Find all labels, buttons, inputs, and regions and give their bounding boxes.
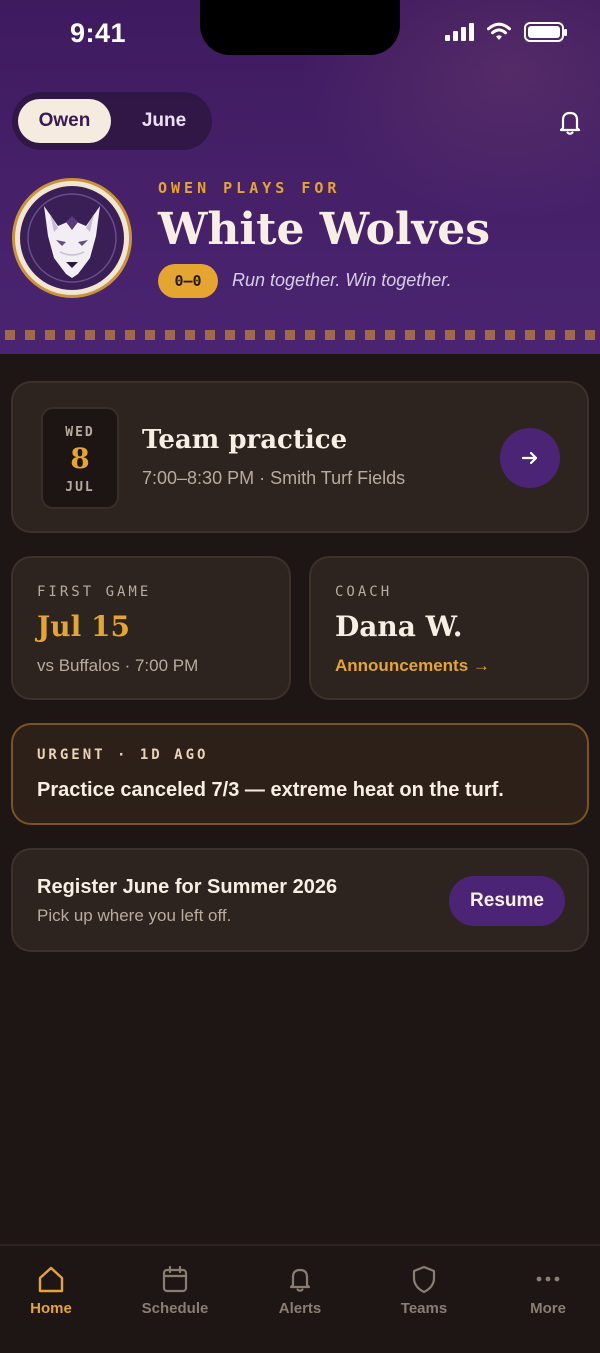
team-tagline: Run together. Win together. <box>232 270 452 290</box>
more-icon <box>536 1276 560 1282</box>
dynamic-island <box>200 0 400 55</box>
announcements-link[interactable]: Announcements → <box>335 656 490 676</box>
player-tab-june[interactable]: June <box>124 99 204 143</box>
registration-title: Register June for Summer 2026 <box>37 876 338 898</box>
tab-label: More <box>530 1300 566 1317</box>
tab-label: Home <box>30 1300 72 1317</box>
bottom-tab-bar: Home Schedule Alerts Teams More <box>0 1244 600 1353</box>
team-name: White Wolves <box>158 204 490 255</box>
coach-name: Dana W. <box>335 610 463 643</box>
shield-icon <box>412 1265 436 1294</box>
open-event-button[interactable] <box>500 428 560 488</box>
coach-card[interactable]: COACH Dana W. Announcements → <box>309 556 589 700</box>
tab-home[interactable]: Home <box>0 1264 106 1317</box>
team-record-badge: 0–0 <box>158 264 218 298</box>
urgent-message: Practice canceled 7/3 — extreme heat on … <box>37 779 504 801</box>
player-switcher: Owen June <box>12 92 212 150</box>
first-game-label: FIRST GAME <box>37 584 152 600</box>
event-weekday: WED <box>65 425 95 440</box>
home-icon <box>38 1266 64 1293</box>
arrow-right-icon <box>521 451 538 465</box>
calendar-icon <box>162 1265 188 1293</box>
event-month: JUL <box>65 480 95 495</box>
wifi-icon <box>487 22 511 40</box>
battery-icon <box>524 22 567 42</box>
team-header: 9:41 Owen June OWEN PLAYS FOR White Wolv… <box>0 0 600 354</box>
first-game-details: vs Buffalos · 7:00 PM <box>37 656 199 675</box>
next-event-card[interactable]: WED 8 JUL Team practice 7:00–8:30 PM · S… <box>11 381 589 533</box>
team-logo <box>12 178 132 298</box>
first-game-date: Jul 15 <box>37 610 130 643</box>
player-tab-owen[interactable]: Owen <box>18 99 111 143</box>
bell-icon <box>289 1268 311 1292</box>
event-date-box: WED 8 JUL <box>41 407 119 509</box>
tab-more[interactable]: More <box>493 1264 600 1317</box>
coach-label: COACH <box>335 584 393 600</box>
registration-card: Register June for Summer 2026 Pick up wh… <box>11 848 589 952</box>
resume-button[interactable]: Resume <box>449 876 565 926</box>
event-title: Team practice <box>142 425 348 455</box>
tab-label: Schedule <box>141 1300 209 1317</box>
tab-alerts[interactable]: Alerts <box>245 1264 355 1317</box>
urgent-alert-card[interactable]: URGENT · 1D AGO Practice canceled 7/3 — … <box>11 723 589 825</box>
status-time: 9:41 <box>70 18 127 48</box>
header-divider <box>0 330 600 342</box>
status-icons <box>445 22 567 42</box>
event-details: 7:00–8:30 PM · Smith Turf Fields <box>142 468 406 488</box>
tab-teams[interactable]: Teams <box>369 1264 479 1317</box>
tab-schedule[interactable]: Schedule <box>120 1264 230 1317</box>
first-game-card[interactable]: FIRST GAME Jul 15 vs Buffalos · 7:00 PM <box>11 556 291 700</box>
tab-label: Alerts <box>278 1300 322 1317</box>
event-day: 8 <box>70 442 90 475</box>
signal-icon <box>445 23 474 41</box>
notifications-bell-icon[interactable] <box>554 106 586 138</box>
plays-for-label: OWEN PLAYS FOR <box>158 179 341 197</box>
registration-subtitle: Pick up where you left off. <box>37 906 232 925</box>
urgent-label: URGENT · 1D AGO <box>37 747 209 763</box>
wolf-icon <box>22 188 122 288</box>
tab-label: Teams <box>400 1300 448 1317</box>
